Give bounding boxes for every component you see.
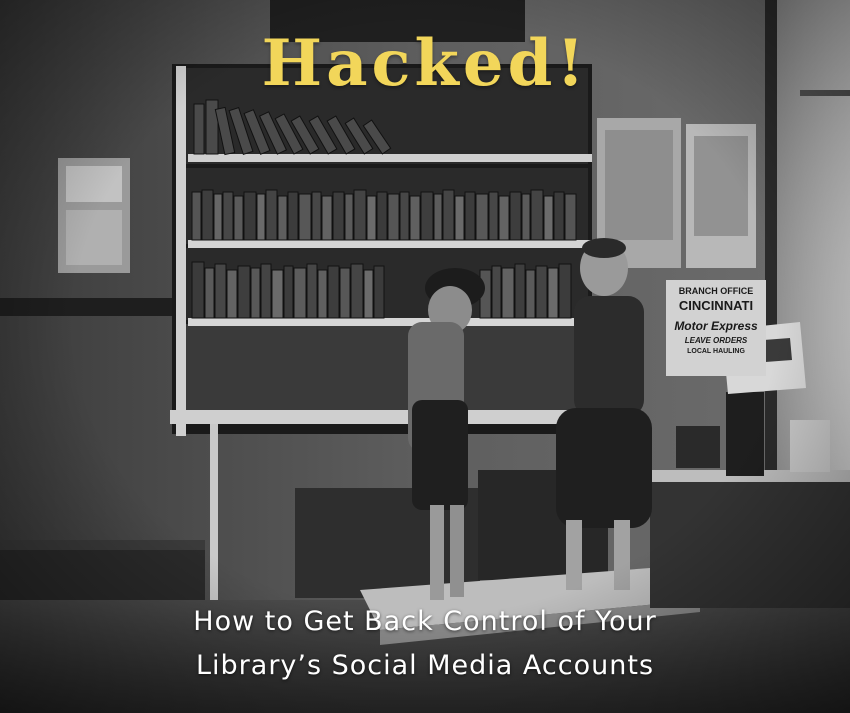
- subtitle-line-2: Library’s Social Media Accounts: [195, 650, 655, 681]
- poster: BRANCH OFFICE CINCINNATI Motor Express L…: [0, 0, 850, 713]
- sign-line-2: CINCINNATI: [678, 298, 754, 313]
- motor-express-sign: BRANCH OFFICE CINCINNATI Motor Express L…: [666, 280, 766, 376]
- page-title: Hacked!: [261, 26, 589, 101]
- sign-line-3: Motor Express: [674, 319, 758, 333]
- sign-line-5: LOCAL HAULING: [687, 348, 745, 355]
- subtitle: How to Get Back Control of Your Library’…: [0, 600, 850, 688]
- subtitle-line-1: How to Get Back Control of Your: [193, 606, 657, 637]
- sign-line-1: BRANCH OFFICE: [678, 286, 754, 296]
- sign-line-4: LEAVE ORDERS: [684, 336, 748, 345]
